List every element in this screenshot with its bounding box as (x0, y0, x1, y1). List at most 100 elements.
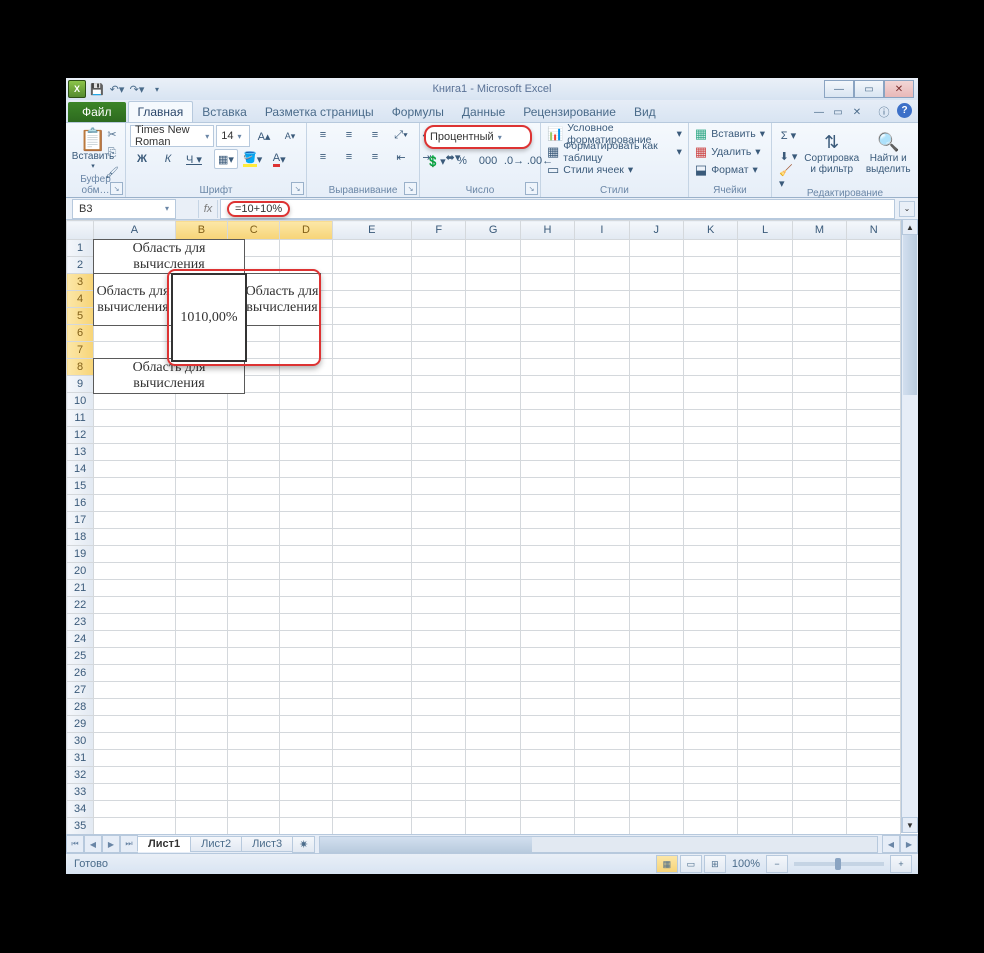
cell[interactable] (520, 342, 574, 359)
cell[interactable] (332, 597, 411, 614)
tab-review[interactable]: Рецензирование (514, 102, 625, 122)
cell[interactable] (792, 393, 846, 410)
window-close[interactable]: ✕ (884, 80, 914, 98)
cell[interactable] (847, 699, 901, 716)
cell[interactable] (94, 733, 176, 750)
underline-button[interactable]: Ч ▾ (182, 149, 206, 169)
alignment-dialog-launcher[interactable]: ↘ (404, 182, 417, 195)
window-maximize[interactable]: ▭ (854, 80, 884, 98)
cell[interactable] (847, 376, 901, 393)
cell[interactable] (683, 614, 737, 631)
cell[interactable] (847, 291, 901, 308)
cell[interactable] (738, 274, 792, 291)
cell[interactable] (629, 529, 683, 546)
cell[interactable] (575, 444, 629, 461)
zoom-out-button[interactable]: − (766, 855, 788, 873)
horizontal-scrollbar[interactable] (319, 836, 878, 853)
cell[interactable] (847, 478, 901, 495)
tab-page-layout[interactable]: Разметка страницы (256, 102, 383, 122)
cell[interactable] (466, 801, 520, 818)
cell[interactable] (792, 410, 846, 427)
cell[interactable] (629, 410, 683, 427)
cell[interactable] (847, 682, 901, 699)
cell[interactable] (629, 359, 683, 376)
cell[interactable] (629, 461, 683, 478)
cell[interactable] (280, 597, 332, 614)
cell[interactable] (575, 274, 629, 291)
cell[interactable] (683, 631, 737, 648)
cell[interactable] (332, 240, 411, 257)
cell[interactable] (575, 784, 629, 801)
cell[interactable] (94, 342, 176, 359)
cell[interactable] (94, 478, 176, 495)
cell[interactable] (792, 478, 846, 495)
clear-button[interactable]: 🧹▾ (776, 167, 801, 187)
cell[interactable] (738, 495, 792, 512)
cell[interactable] (520, 478, 574, 495)
cell[interactable] (520, 240, 574, 257)
cell[interactable] (332, 274, 411, 291)
row-header-10[interactable]: 10 (67, 393, 94, 410)
cell[interactable] (94, 682, 176, 699)
cell[interactable] (683, 801, 737, 818)
cell[interactable] (629, 801, 683, 818)
cell[interactable] (228, 665, 280, 682)
cell[interactable] (792, 699, 846, 716)
cell[interactable] (94, 597, 176, 614)
cell[interactable] (792, 665, 846, 682)
cell[interactable] (629, 648, 683, 665)
cell[interactable] (738, 750, 792, 767)
ribbon-minimize-icon[interactable]: ⓘ (875, 103, 893, 121)
cell[interactable] (575, 393, 629, 410)
cell[interactable] (847, 631, 901, 648)
row-header-9[interactable]: 9 (67, 376, 94, 393)
sheet-nav-first[interactable]: ⏮ (66, 835, 84, 853)
insert-cells-button[interactable]: ▦Вставить ▾ (693, 125, 767, 143)
cell[interactable] (683, 767, 737, 784)
cell[interactable] (629, 393, 683, 410)
cell[interactable] (412, 325, 466, 342)
cell[interactable] (466, 733, 520, 750)
cell[interactable] (228, 580, 280, 597)
cell[interactable] (629, 597, 683, 614)
cell[interactable] (175, 767, 227, 784)
sheet-tab-1[interactable]: Лист1 (137, 836, 191, 852)
row-header-33[interactable]: 33 (67, 784, 94, 801)
view-normal-button[interactable]: ▦ (656, 855, 678, 873)
cell[interactable] (412, 529, 466, 546)
cell[interactable] (280, 818, 332, 835)
zoom-slider-knob[interactable] (835, 858, 841, 870)
cell[interactable] (412, 240, 466, 257)
cell[interactable] (629, 733, 683, 750)
cell[interactable] (412, 682, 466, 699)
cell[interactable] (575, 648, 629, 665)
cell[interactable] (683, 461, 737, 478)
italic-button[interactable]: К (156, 149, 180, 169)
cell[interactable] (629, 750, 683, 767)
cell[interactable] (466, 376, 520, 393)
cell[interactable] (332, 325, 411, 342)
tab-insert[interactable]: Вставка (193, 102, 256, 122)
cell[interactable] (629, 240, 683, 257)
cell[interactable] (94, 461, 176, 478)
cell[interactable] (738, 512, 792, 529)
cell[interactable] (412, 359, 466, 376)
qat-customize[interactable]: ▾ (148, 80, 166, 98)
cell[interactable] (629, 631, 683, 648)
cell[interactable] (629, 682, 683, 699)
cell[interactable] (738, 478, 792, 495)
cell[interactable] (332, 699, 411, 716)
align-right-button[interactable]: ≡ (363, 147, 387, 167)
cell[interactable] (575, 580, 629, 597)
cell[interactable] (792, 563, 846, 580)
cell[interactable] (94, 512, 176, 529)
cell[interactable] (175, 563, 227, 580)
row-header-25[interactable]: 25 (67, 648, 94, 665)
cell[interactable] (94, 546, 176, 563)
cell[interactable] (847, 597, 901, 614)
cell[interactable] (575, 240, 629, 257)
cell[interactable] (466, 478, 520, 495)
cell[interactable] (792, 597, 846, 614)
cell[interactable] (280, 682, 332, 699)
cell[interactable] (280, 461, 332, 478)
